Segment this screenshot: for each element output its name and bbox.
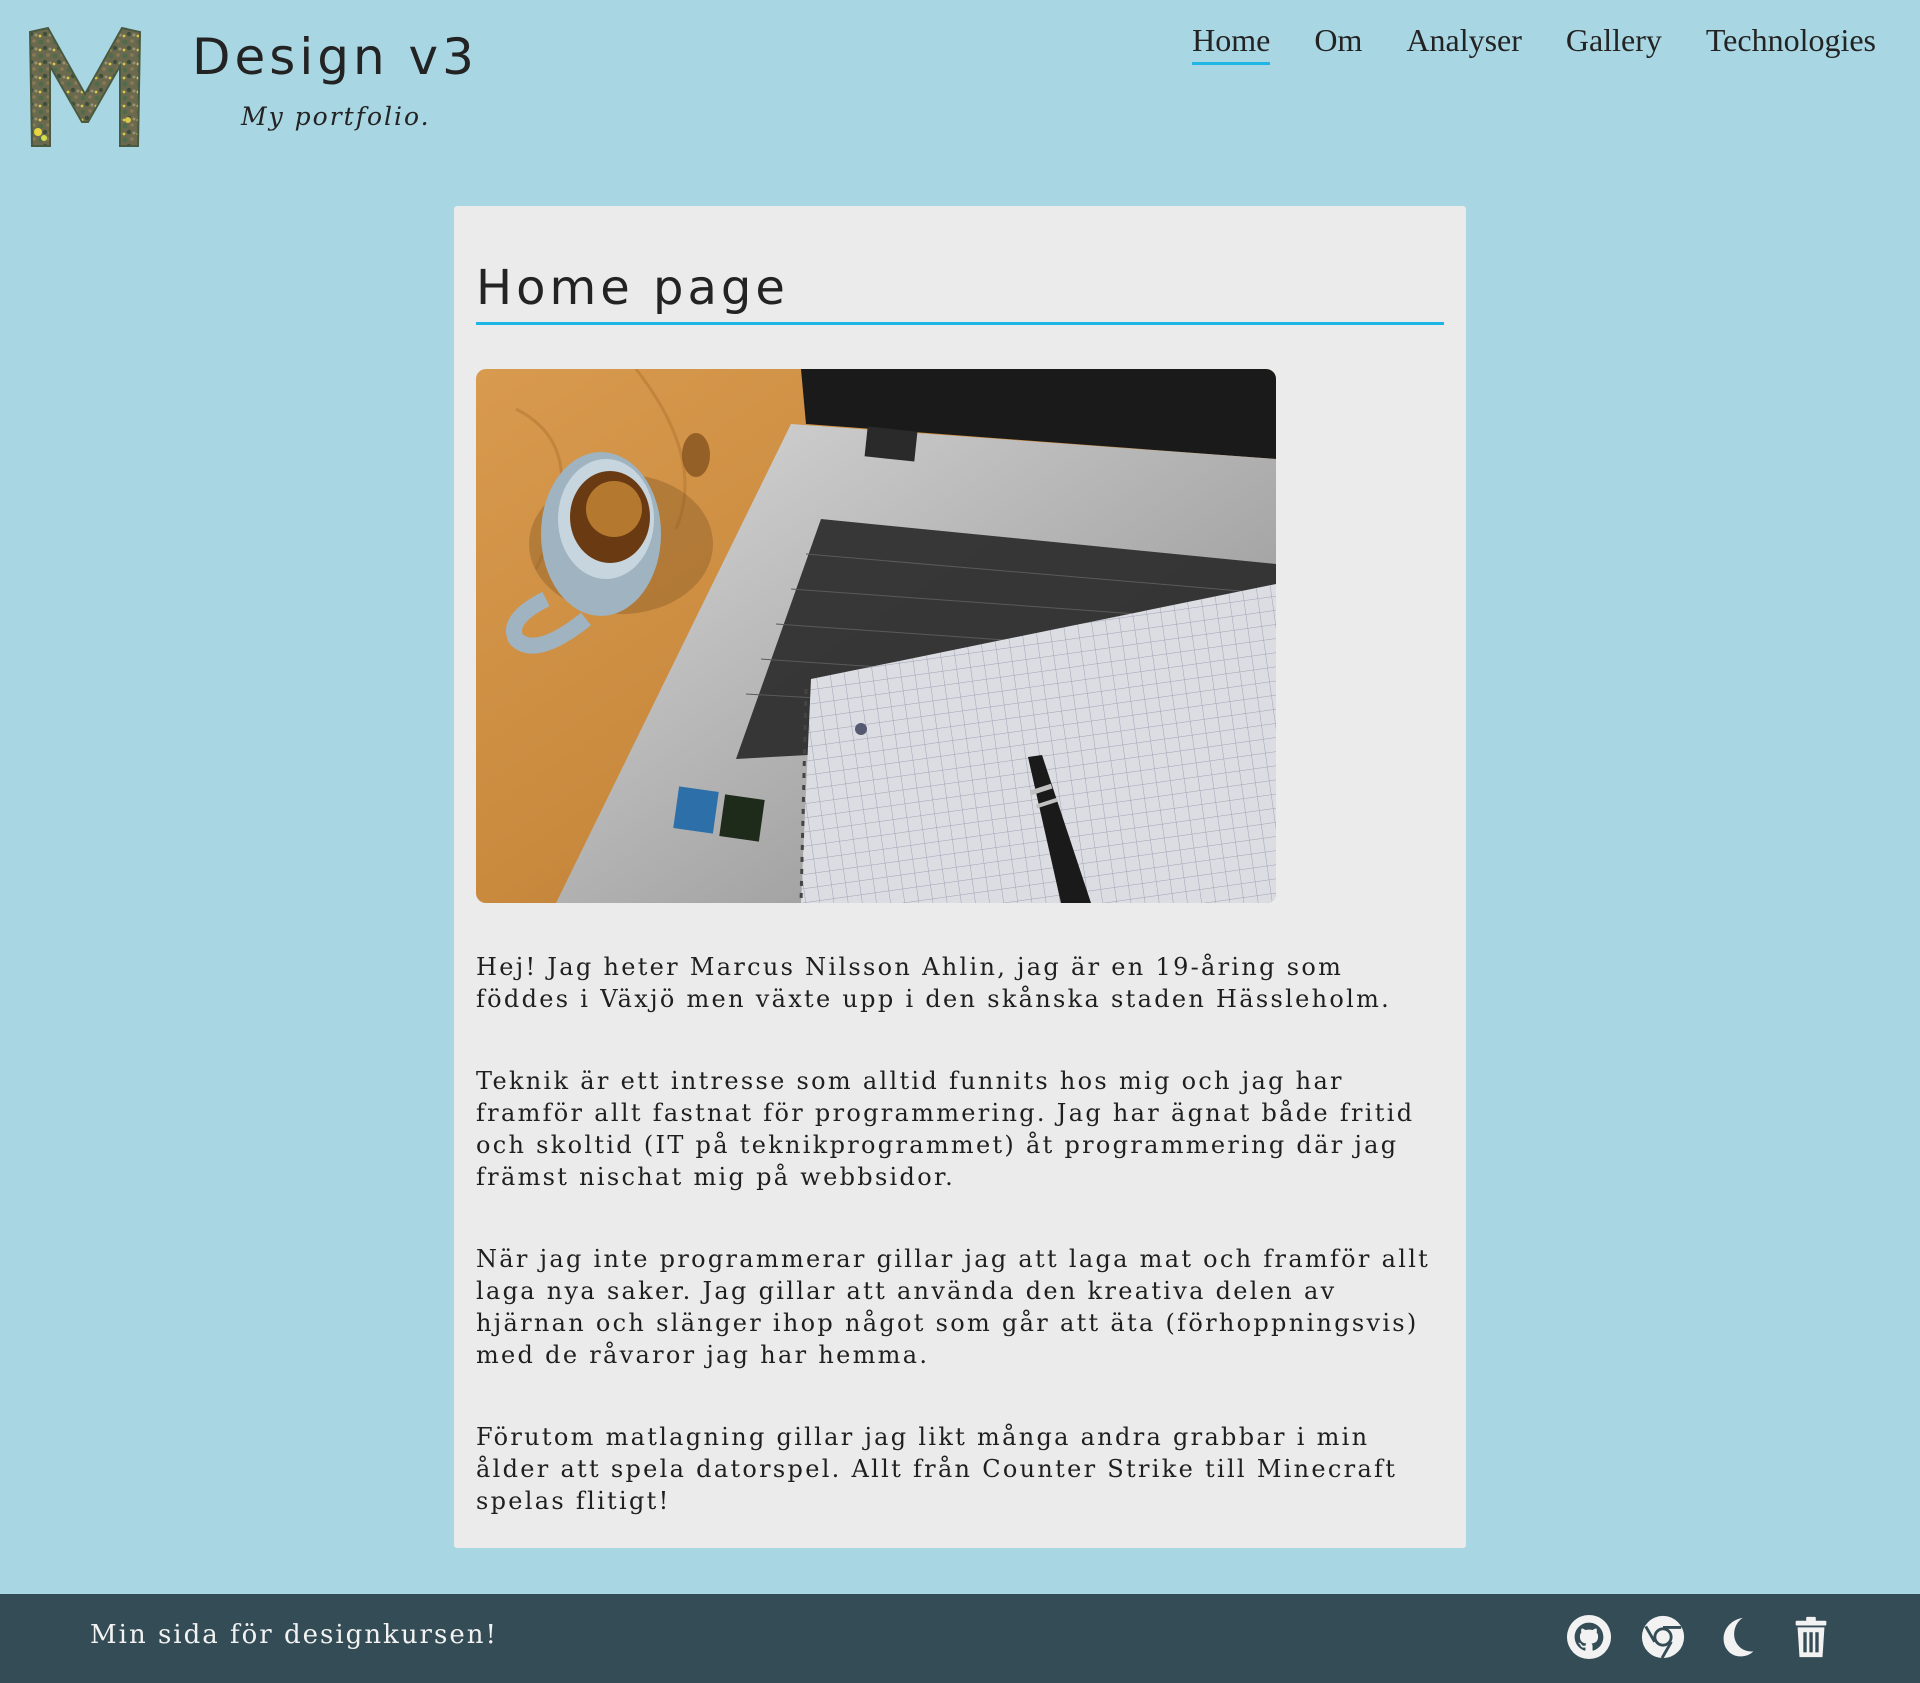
intro-paragraph: Hej! Jag heter Marcus Nilsson Ahlin, jag… <box>476 953 1392 1013</box>
footer-icons <box>1566 1614 1834 1660</box>
nav-item-gallery[interactable]: Gallery <box>1566 22 1662 65</box>
moon-icon[interactable] <box>1714 1614 1760 1660</box>
logo[interactable] <box>24 24 146 150</box>
chrome-icon[interactable] <box>1640 1614 1686 1660</box>
footer-text: Min sida för designkursen! <box>90 1620 498 1650</box>
nav-item-home[interactable]: Home <box>1192 22 1271 65</box>
gaming-paragraph: Förutom matlagning gillar jag likt många… <box>476 1423 1398 1515</box>
site-header: Design v3 My portfolio. Home Om Analyser… <box>0 0 1920 170</box>
nav-item-technologies[interactable]: Technologies <box>1706 22 1876 65</box>
hero-image <box>476 369 1276 903</box>
content-card: Home page Hej! Jag heter Marcus Nilsson … <box>454 206 1466 1548</box>
main-nav: Home Om Analyser Gallery Technologies <box>1192 22 1876 65</box>
site-footer: Min sida för designkursen! <box>0 1594 1920 1683</box>
site-title: Design v3 <box>192 28 478 86</box>
page-title: Home page <box>476 256 1444 325</box>
trash-icon[interactable] <box>1788 1614 1834 1660</box>
site-tagline: My portfolio. <box>241 102 431 131</box>
nav-item-analyser[interactable]: Analyser <box>1406 22 1522 65</box>
nav-item-om[interactable]: Om <box>1314 22 1362 65</box>
tech-paragraph: Teknik är ett intresse som alltid funnit… <box>476 1067 1415 1191</box>
github-icon[interactable] <box>1566 1614 1612 1660</box>
cooking-paragraph: När jag inte programmerar gillar jag att… <box>476 1245 1431 1369</box>
